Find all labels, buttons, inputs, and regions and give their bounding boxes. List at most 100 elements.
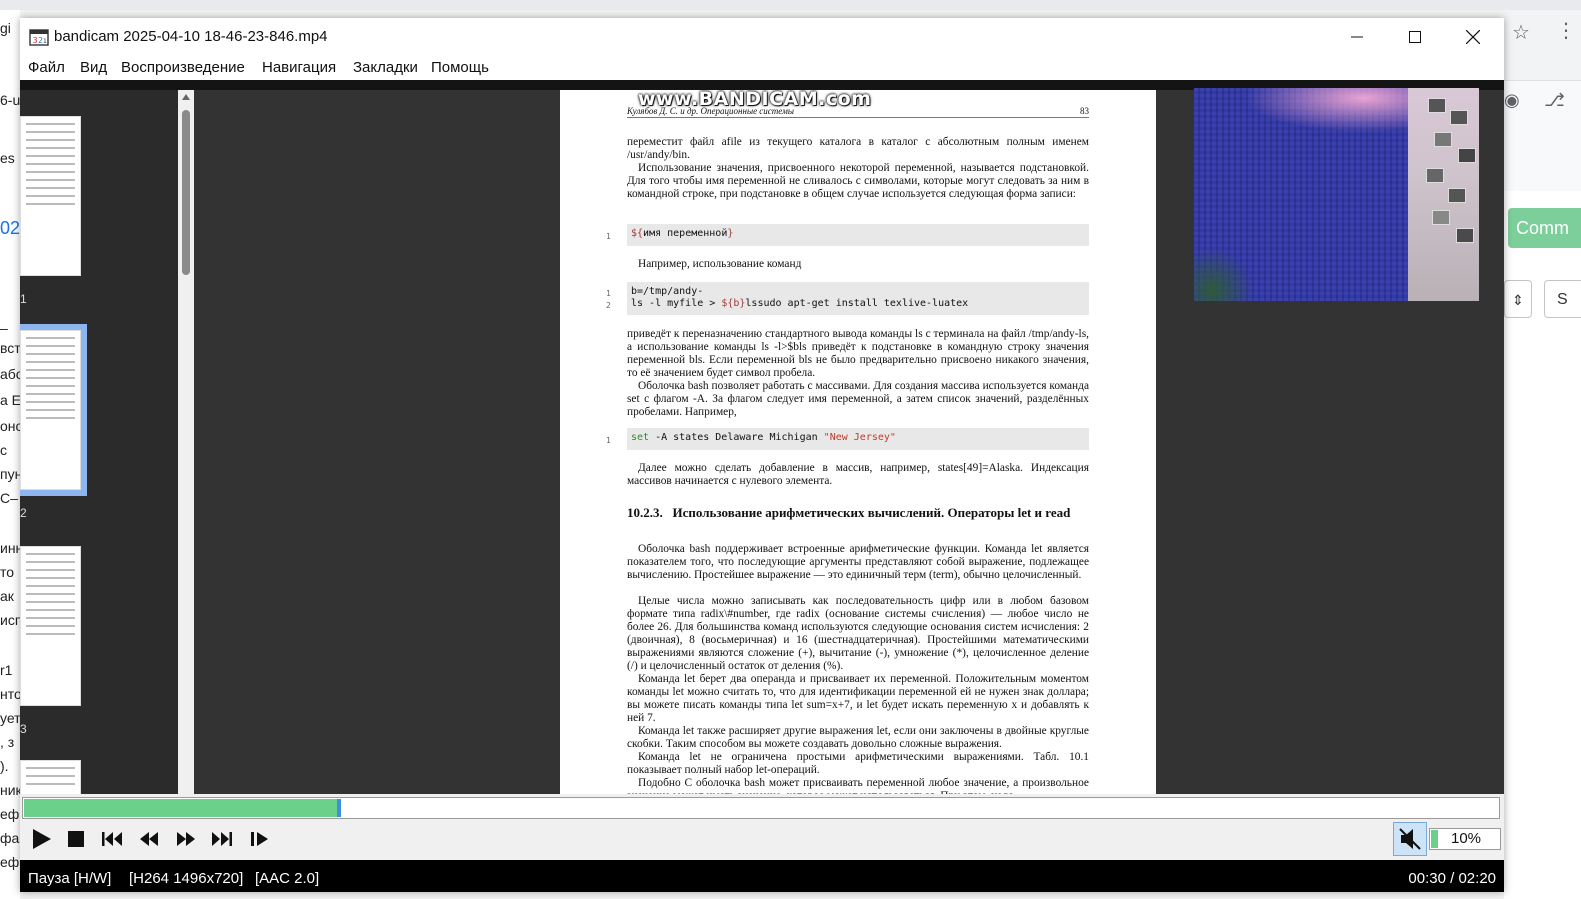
audio-codec: [AAC 2.0]	[255, 870, 320, 887]
background-text-fragment: r1	[0, 662, 13, 678]
fast-forward-button[interactable]	[171, 824, 201, 854]
video-area[interactable]: 1 2 3 Кулябов Д. С. и др. Операционные с…	[20, 80, 1504, 794]
menu-file[interactable]: Файл	[28, 59, 65, 76]
code-block: ${имя переменной}	[627, 224, 1089, 246]
seek-handle[interactable]	[337, 799, 341, 817]
skip-back-icon	[102, 832, 122, 846]
background-text-fragment: 02	[0, 218, 20, 238]
sidebar-scrollbar[interactable]	[178, 90, 194, 794]
page-thumbnail[interactable]	[20, 546, 81, 706]
app-icon: 3 2 1	[29, 29, 49, 46]
browser-tabstrip	[0, 0, 1581, 10]
line-number: 1	[606, 289, 611, 298]
svg-text:1: 1	[43, 38, 47, 45]
page-number: 2	[20, 506, 27, 520]
media-player-window: 3 2 1 bandicam 2025-04-10 18-46-23-846.m…	[20, 18, 1504, 892]
rewind-button[interactable]	[134, 824, 164, 854]
maximize-button[interactable]	[1386, 18, 1444, 56]
paragraph: переместит файл afile из текущего катало…	[627, 136, 1089, 161]
bandicam-watermark: www.BANDICAM.com	[638, 90, 872, 110]
close-button[interactable]	[1444, 18, 1502, 56]
background-select[interactable]: S	[1544, 280, 1581, 318]
background-text-fragment: ует	[0, 710, 20, 726]
scrollbar-thumb[interactable]	[182, 110, 190, 275]
title-bar: 3 2 1 bandicam 2025-04-10 18-46-23-846.m…	[20, 18, 1504, 56]
seek-bar[interactable]	[22, 797, 1500, 819]
play-icon	[33, 829, 51, 849]
line-number: 1	[606, 232, 611, 241]
paragraph: Оболочка bash поддерживает встроенные ар…	[627, 543, 1089, 581]
background-text-fragment: вст	[0, 340, 20, 356]
watch-icon[interactable]: ◉	[1504, 90, 1520, 111]
menu-navigation[interactable]: Навигация	[262, 59, 336, 76]
paragraph: Подобно С оболочка bash может присваиват…	[627, 777, 1089, 794]
video-codec: [H264 1496x720]	[129, 870, 244, 887]
time-display: 00:30 / 02:20	[1408, 870, 1496, 887]
minimize-icon	[1351, 36, 1363, 38]
background-text-fragment: оно	[0, 418, 20, 434]
player-controls: 10%	[20, 794, 1504, 860]
stop-button[interactable]	[61, 824, 91, 854]
pull-request-icon[interactable]: ⎇	[1544, 90, 1565, 111]
svg-text:3: 3	[33, 36, 38, 45]
background-text-fragment: ефи	[0, 854, 20, 870]
paragraph: Далее можно сделать добавление в массив,…	[627, 462, 1089, 487]
webcam-wall	[1408, 88, 1479, 301]
paragraph: Целые числа можно записывать как последо…	[627, 595, 1089, 672]
background-text-fragment: с	[0, 442, 7, 458]
page-thumbnail[interactable]	[20, 116, 81, 276]
background-text-fragment: –	[0, 320, 8, 336]
background-page-left: gi 6-u es 02 – вст або а Е оно с пун С– инн то ак исп r1…	[0, 10, 20, 899]
background-text-fragment: або	[0, 366, 20, 382]
menu-help[interactable]: Помощь	[431, 59, 489, 76]
previous-button[interactable]	[97, 824, 127, 854]
sort-select-icon[interactable]: ⇕	[1504, 280, 1532, 318]
status-bar: Пауза [H/W] [H264 1496x720] [AAC 2.0] 00…	[20, 860, 1504, 892]
background-text-fragment: а Е	[0, 392, 20, 408]
frame-step-button[interactable]	[245, 824, 275, 854]
background-text-fragment: es	[0, 150, 15, 166]
volume-slider[interactable]: 10%	[1429, 828, 1501, 850]
minimize-button[interactable]	[1328, 18, 1386, 56]
comment-button[interactable]: Comm	[1508, 208, 1581, 248]
speaker-muted-icon	[1399, 828, 1421, 850]
menu-bookmarks[interactable]: Закладки	[353, 59, 418, 76]
maximize-icon	[1409, 31, 1421, 43]
bookmark-star-icon[interactable]: ☆	[1512, 20, 1530, 45]
background-text-fragment: инн	[0, 540, 20, 556]
background-text-fragment: , з	[0, 734, 15, 750]
menu-view[interactable]: Вид	[80, 59, 107, 76]
mute-button[interactable]	[1393, 822, 1427, 856]
paragraph: Команда let берет два операнда и присваи…	[627, 673, 1089, 724]
background-page-right: ☆ ⋮ ◉ ⎇ Comm ⇕ S	[1504, 10, 1581, 899]
pdf-page: Кулябов Д. С. и др. Операционные системы…	[560, 90, 1156, 794]
browser-menu-icon[interactable]: ⋮	[1556, 18, 1576, 43]
background-text-fragment: пун	[0, 466, 20, 482]
background-text-fragment: 6-u	[0, 92, 20, 108]
page-thumbnail[interactable]	[20, 760, 81, 794]
background-text-fragment: фа	[0, 830, 20, 846]
paragraph: Например, использование команд	[638, 258, 802, 270]
background-text-fragment: ник	[0, 782, 20, 798]
volume-label: 10%	[1450, 830, 1482, 847]
viewer-background	[194, 90, 560, 794]
page-thumbnail-selected[interactable]	[20, 324, 87, 496]
scroll-up-icon[interactable]	[182, 94, 190, 100]
background-text-fragment: ак	[0, 588, 14, 604]
stop-icon	[68, 831, 84, 847]
section-heading: 10.2.3. Использование арифметических выч…	[627, 505, 1071, 520]
code-block: set -A states Delaware Michigan "New Jer…	[627, 428, 1089, 450]
background-text-fragment: исп	[0, 612, 20, 628]
playback-state: Пауза [H/W]	[28, 870, 112, 887]
rewind-icon	[140, 832, 158, 846]
next-button[interactable]	[207, 824, 237, 854]
menu-bar: Файл Вид Воспроизведение Навигация Закла…	[20, 56, 1504, 80]
background-text-fragment: то	[0, 564, 15, 580]
page-number: 3	[20, 722, 27, 736]
line-number: 2	[606, 301, 611, 310]
webcam-overlay	[1194, 88, 1479, 301]
paragraph: Команда let не ограничена простыми арифм…	[627, 751, 1089, 776]
background-text-fragment: gi	[0, 20, 11, 36]
menu-playback[interactable]: Воспроизведение	[121, 59, 245, 76]
play-button[interactable]	[26, 824, 56, 854]
